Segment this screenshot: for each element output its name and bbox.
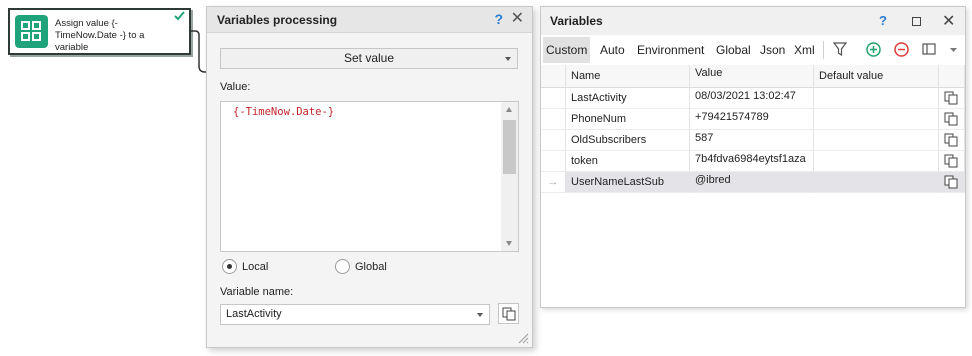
- value-editor[interactable]: {-TimeNow.Date-}: [220, 101, 519, 252]
- chevron-down-icon[interactable]: [950, 48, 957, 52]
- action-block[interactable]: Assign value {-TimeNow.Date -} to a vari…: [8, 8, 191, 55]
- copy-icon: [502, 307, 516, 321]
- table-row-selected[interactable]: → UserNameLastSub @ibred: [541, 172, 965, 193]
- row-copy-button[interactable]: [939, 109, 965, 130]
- chevron-down-icon: [477, 313, 483, 317]
- row-indicator: [541, 88, 566, 109]
- copy-icon: [944, 112, 958, 126]
- variable-name-value: LastActivity: [226, 308, 282, 320]
- chevron-down-icon: [505, 57, 511, 61]
- row-copy-button[interactable]: [939, 130, 965, 151]
- tab-custom[interactable]: Custom: [543, 37, 591, 63]
- radio-checked-icon: [222, 259, 237, 274]
- cell-name[interactable]: OldSubscribers: [566, 130, 690, 151]
- scroll-up-icon[interactable]: [506, 107, 512, 112]
- row-indicator: [541, 130, 566, 151]
- copy-button[interactable]: [498, 303, 519, 324]
- scope-local-label: Local: [242, 260, 269, 273]
- action-label: Assign value {-TimeNow.Date -} to a vari…: [55, 18, 145, 53]
- row-indicator: [541, 109, 566, 130]
- window-header: Variables ? ✕: [541, 7, 965, 35]
- add-icon[interactable]: [866, 42, 881, 57]
- cell-default[interactable]: [814, 130, 939, 151]
- variables-window: Variables ? ✕ Custom Auto Environment Gl…: [540, 6, 966, 308]
- table-row[interactable]: LastActivity 08/03/2021 13:02:47: [541, 88, 965, 109]
- column-header-default[interactable]: Default value: [814, 65, 939, 88]
- value-label: Value:: [220, 81, 251, 93]
- checkmark-icon: [174, 11, 185, 21]
- panel-title: Variables processing: [217, 13, 338, 27]
- header-copy-cell: [939, 65, 965, 88]
- remove-icon[interactable]: [894, 42, 909, 57]
- cell-default[interactable]: [814, 151, 939, 172]
- cell-name[interactable]: PhoneNum: [566, 109, 690, 130]
- scope-global-label: Global: [355, 260, 387, 273]
- radio-unchecked-icon: [335, 259, 350, 274]
- row-pointer-icon: →: [541, 172, 566, 193]
- scroll-down-icon[interactable]: [506, 241, 512, 246]
- cell-value[interactable]: @ibred: [690, 172, 814, 193]
- tab-auto[interactable]: Auto: [597, 37, 628, 63]
- variables-grid: Name Value Default value LastActivity 08…: [541, 65, 965, 193]
- tab-global[interactable]: Global: [713, 37, 754, 63]
- copy-icon: [944, 175, 958, 189]
- grid-header: Name Value Default value: [541, 65, 965, 88]
- value-text: {-TimeNow.Date-}: [233, 106, 334, 118]
- table-row[interactable]: OldSubscribers 587: [541, 130, 965, 151]
- row-indicator: [541, 151, 566, 172]
- grid-squares-icon: [15, 15, 48, 48]
- row-copy-button[interactable]: [939, 151, 965, 172]
- cell-value[interactable]: 7b4fdva6984eytsf1aza: [690, 151, 814, 172]
- header-indicator: [541, 65, 566, 88]
- cell-default[interactable]: [814, 109, 939, 130]
- tab-json[interactable]: Json: [757, 37, 788, 63]
- toolbar-divider: [823, 41, 824, 59]
- close-button[interactable]: ✕: [942, 11, 955, 31]
- panel-header: Variables processing ? ✕: [207, 7, 532, 33]
- column-header-value[interactable]: Value: [690, 65, 814, 88]
- table-row[interactable]: token 7b4fdva6984eytsf1aza: [541, 151, 965, 172]
- scope-local-radio[interactable]: Local: [222, 259, 268, 274]
- copy-icon: [944, 91, 958, 105]
- mode-select[interactable]: Set value: [220, 48, 518, 69]
- cell-default[interactable]: [814, 172, 939, 193]
- variable-name-select[interactable]: LastActivity: [220, 304, 490, 325]
- variable-name-label: Variable name:: [220, 286, 294, 298]
- cell-value[interactable]: 08/03/2021 13:02:47: [690, 88, 814, 109]
- cell-value[interactable]: +79421574789: [690, 109, 814, 130]
- maximize-icon[interactable]: [912, 17, 921, 26]
- tab-xml[interactable]: Xml: [791, 37, 818, 63]
- cell-value[interactable]: 587: [690, 130, 814, 151]
- mode-select-value: Set value: [343, 51, 395, 65]
- tab-bar: Custom Auto Environment Global Json Xml: [541, 37, 965, 63]
- tab-environment[interactable]: Environment: [634, 37, 707, 63]
- cell-default[interactable]: [814, 88, 939, 109]
- copy-icon: [944, 154, 958, 168]
- close-button[interactable]: ✕: [511, 11, 524, 27]
- scroll-thumb[interactable]: [503, 120, 516, 174]
- filter-icon[interactable]: [833, 42, 847, 57]
- resize-grip-icon[interactable]: [518, 333, 529, 344]
- columns-icon[interactable]: [922, 42, 936, 56]
- help-button[interactable]: ?: [494, 11, 503, 27]
- cell-name[interactable]: token: [566, 151, 690, 172]
- scope-global-radio[interactable]: Global: [335, 259, 387, 274]
- variables-processing-panel: Variables processing ? ✕ Set value Value…: [206, 6, 533, 348]
- help-button[interactable]: ?: [879, 13, 887, 28]
- cell-name[interactable]: UserNameLastSub: [566, 172, 690, 193]
- value-text-content: {-TimeNow.Date-}: [233, 106, 335, 118]
- vertical-scrollbar[interactable]: [501, 102, 518, 251]
- column-header-name[interactable]: Name: [566, 65, 690, 88]
- table-row[interactable]: PhoneNum +79421574789: [541, 109, 965, 130]
- window-title: Variables: [550, 14, 603, 28]
- row-copy-button[interactable]: [939, 172, 965, 193]
- cell-name[interactable]: LastActivity: [566, 88, 690, 109]
- row-copy-button[interactable]: [939, 88, 965, 109]
- copy-icon: [944, 133, 958, 147]
